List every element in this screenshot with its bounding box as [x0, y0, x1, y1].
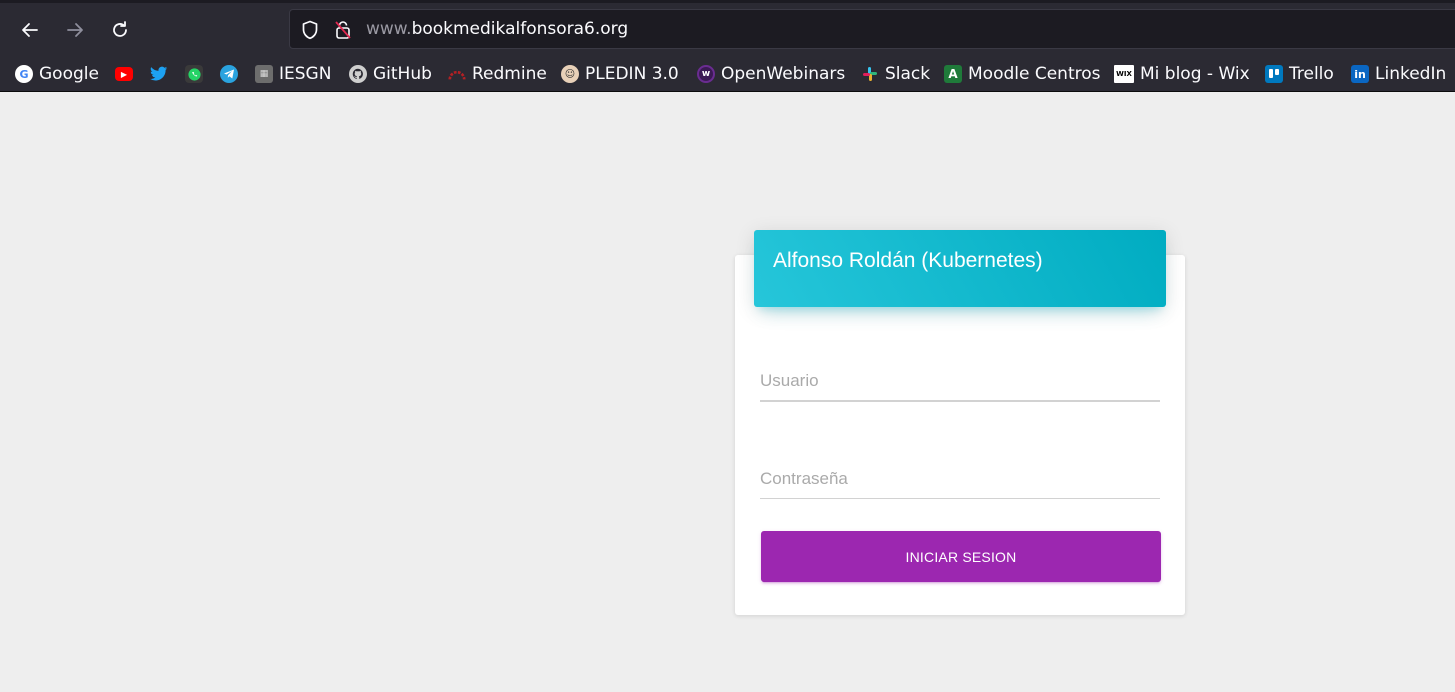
tracking-protection-shield-icon[interactable] [301, 20, 319, 44]
google-icon: G [15, 65, 33, 83]
youtube-icon: ▶ [115, 67, 133, 81]
bookmark-openwebinars[interactable]: w OpenWebinars [697, 62, 845, 86]
reload-icon[interactable] [105, 15, 135, 45]
bookmark-youtube[interactable]: ▶ [115, 62, 139, 86]
bookmarks-toolbar: G Google ▶ ▦ IESGN GitHub Redmine ☺ PLED… [0, 56, 1455, 92]
username-field[interactable] [760, 362, 1160, 402]
bookmark-label: Trello [1289, 64, 1334, 84]
bookmark-trello[interactable]: Trello [1265, 62, 1334, 86]
bookmark-slack[interactable]: Slack [861, 62, 930, 86]
bookmark-iesgn[interactable]: ▦ IESGN [255, 62, 331, 86]
forward-arrow-icon[interactable] [60, 15, 90, 45]
bookmark-label: OpenWebinars [721, 64, 846, 84]
bookmark-label: LinkedIn [1375, 64, 1447, 84]
bookmark-linkedin[interactable]: in LinkedIn [1351, 62, 1446, 86]
password-field[interactable] [760, 459, 1160, 499]
whatsapp-icon [185, 65, 203, 83]
pledin-icon: ☺ [561, 65, 579, 83]
bookmark-label: PLEDIN 3.0 [585, 64, 679, 84]
bookmark-google[interactable]: G Google [15, 62, 99, 86]
bookmark-label: Redmine [472, 64, 547, 84]
bookmark-label: IESGN [279, 64, 332, 84]
username-input[interactable] [760, 362, 1160, 400]
insecure-lock-icon[interactable] [334, 20, 352, 44]
url-text[interactable]: www.bookmedikalfonsora6.org [366, 19, 628, 39]
bookmark-label: GitHub [373, 64, 432, 84]
bookmark-redmine[interactable]: Redmine [448, 62, 547, 86]
bookmark-github[interactable]: GitHub [349, 62, 432, 86]
redmine-icon [448, 65, 466, 83]
login-button[interactable]: INICIAR SESION [761, 531, 1161, 582]
bookmark-whatsapp[interactable] [185, 62, 209, 86]
url-domain: bookmedikalfonsora6.org [411, 19, 629, 39]
wix-icon: WIX [1114, 65, 1134, 83]
url-prefix: www. [366, 19, 412, 39]
password-input[interactable] [760, 459, 1160, 498]
bookmark-label: Mi blog - Wix [1140, 64, 1250, 84]
twitter-icon [150, 65, 168, 83]
openwebinars-icon: w [697, 65, 715, 83]
github-icon [349, 65, 367, 83]
moodle-icon: A [944, 65, 962, 83]
bookmark-label: Google [39, 64, 99, 84]
bookmark-wix[interactable]: WIX Mi blog - Wix [1114, 62, 1250, 86]
trello-icon [1265, 65, 1283, 83]
bookmark-label: Slack [885, 64, 931, 84]
telegram-icon [220, 65, 238, 83]
login-title: Alfonso Roldán (Kubernetes) [773, 249, 1043, 272]
address-bar[interactable]: www.bookmedikalfonsora6.org [289, 9, 1455, 49]
bookmark-label: Moodle Centros [968, 64, 1101, 84]
slack-icon [861, 65, 879, 83]
bookmark-twitter[interactable] [150, 62, 174, 86]
login-card-header: Alfonso Roldán (Kubernetes) [754, 230, 1166, 307]
bookmark-moodle[interactable]: A Moodle Centros [944, 62, 1101, 86]
iesgn-icon: ▦ [255, 65, 273, 83]
back-arrow-icon[interactable] [15, 15, 45, 45]
bookmark-telegram[interactable] [220, 62, 244, 86]
browser-toolbar: www.bookmedikalfonsora6.org [0, 0, 1455, 56]
linkedin-icon: in [1351, 65, 1369, 83]
bookmark-pledin[interactable]: ☺ PLEDIN 3.0 [561, 62, 679, 86]
